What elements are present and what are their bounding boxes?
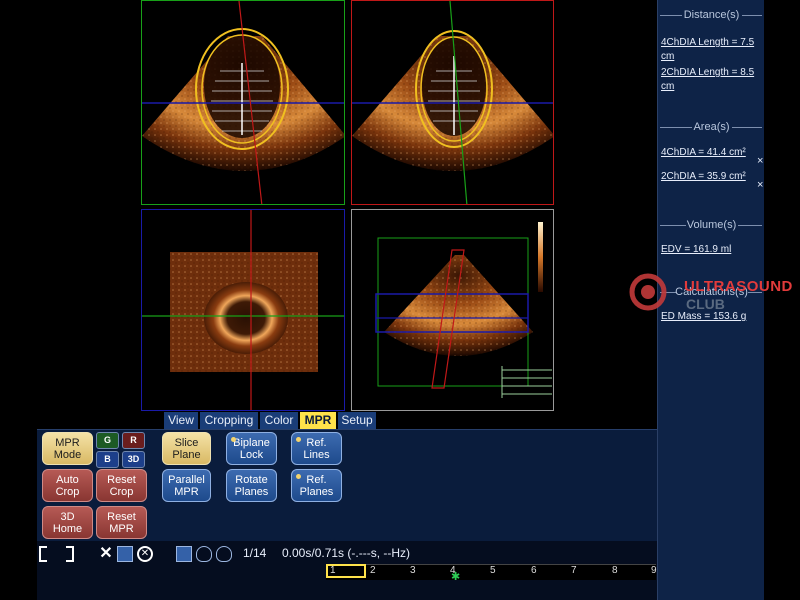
heart-cycle-icon[interactable] xyxy=(196,546,212,562)
close-area-2ch-icon[interactable]: × xyxy=(757,179,763,191)
area-2ch[interactable]: 2ChDIA = 35.9 cm² xyxy=(661,170,761,184)
distance-4ch[interactable]: 4ChDIA Length = 7.5 cm xyxy=(661,36,761,64)
rotate-planes-button[interactable]: Rotate Planes xyxy=(226,469,277,502)
reset-crop-button[interactable]: Reset Crop xyxy=(96,469,147,502)
close-area-4ch-icon[interactable]: × xyxy=(757,155,763,167)
cancel-icon[interactable]: ✕ xyxy=(137,546,153,562)
timeline-tick: 8 xyxy=(612,565,618,576)
timeline-tick: 2 xyxy=(370,565,376,576)
timeline-tick: 5 xyxy=(490,565,496,576)
orientation-icon xyxy=(501,366,552,398)
tab-mpr[interactable]: MPR xyxy=(300,412,336,429)
cine-time: 0.00s/0.71s (-.---s, --Hz) xyxy=(282,546,411,560)
mpr-view-3d[interactable] xyxy=(351,209,554,411)
3d-channel-button[interactable]: 3D xyxy=(122,451,145,468)
areas-title: Area(s) xyxy=(693,121,730,133)
watermark-title: ULTRASOUND xyxy=(684,278,793,295)
bracket-left-icon[interactable] xyxy=(39,546,47,562)
timeline-tick: 1 xyxy=(330,565,336,576)
b-channel-button[interactable]: B xyxy=(96,451,119,468)
frame-counter: 1/14 xyxy=(243,546,267,560)
heart-cycle-end-icon[interactable] xyxy=(216,546,232,562)
tab-color[interactable]: Color xyxy=(260,412,298,429)
watermark-subtitle: CLUB xyxy=(686,296,725,312)
ref-lines-button[interactable]: Ref. Lines xyxy=(291,432,342,465)
ref-planes-button[interactable]: Ref. Planes xyxy=(291,469,342,502)
tab-setup[interactable]: Setup xyxy=(338,412,376,429)
volumes-title: Volume(s) xyxy=(686,219,737,231)
distance-2ch[interactable]: 2ChDIA Length = 8.5 cm xyxy=(661,66,761,94)
slice-plane-button[interactable]: Slice Plane xyxy=(162,432,211,465)
3d-home-button[interactable]: 3D Home xyxy=(42,506,93,539)
short-axis-image xyxy=(142,210,344,410)
four-chamber-image xyxy=(142,1,344,204)
parallel-mpr-button[interactable]: Parallel MPR xyxy=(162,469,211,502)
reset-mpr-button[interactable]: Reset MPR xyxy=(96,506,147,539)
delete-icon[interactable]: ✕ xyxy=(98,546,114,562)
ecg-trigger-icon[interactable] xyxy=(176,546,192,562)
mpr-view-c[interactable] xyxy=(141,209,345,411)
mpr-view-a[interactable] xyxy=(141,0,345,205)
volume-edv[interactable]: EDV = 161.9 ml xyxy=(661,243,761,257)
area-4ch[interactable]: 4ChDIA = 41.4 cm² xyxy=(661,146,761,160)
volume-render-image xyxy=(375,222,552,398)
timeline-tick: 6 xyxy=(531,565,537,576)
bracket-right-icon[interactable] xyxy=(66,546,74,562)
mpr-view-b[interactable] xyxy=(351,0,554,205)
auto-crop-button[interactable]: Auto Crop xyxy=(42,469,93,502)
two-chamber-image xyxy=(352,1,553,204)
r-channel-button[interactable]: R xyxy=(122,432,145,449)
biplane-lock-button[interactable]: Biplane Lock xyxy=(226,432,277,465)
timeline-tick: 3 xyxy=(410,565,416,576)
color-scale-bar xyxy=(538,222,543,292)
g-channel-button[interactable]: G xyxy=(96,432,119,449)
tab-view[interactable]: View xyxy=(164,412,198,429)
timeline-tick: 9 xyxy=(651,565,657,576)
ecg-marker-icon[interactable] xyxy=(117,546,133,562)
timeline-tick: 7 xyxy=(571,565,577,576)
tab-cropping[interactable]: Cropping xyxy=(200,412,258,429)
calc-ed-mass[interactable]: ED Mass = 153.6 g xyxy=(661,310,761,324)
mpr-mode-button[interactable]: MPR Mode xyxy=(42,432,93,465)
watermark-logo-icon xyxy=(628,272,672,316)
timeline-tick: 4 xyxy=(450,565,456,576)
distances-title: Distance(s) xyxy=(683,9,740,21)
